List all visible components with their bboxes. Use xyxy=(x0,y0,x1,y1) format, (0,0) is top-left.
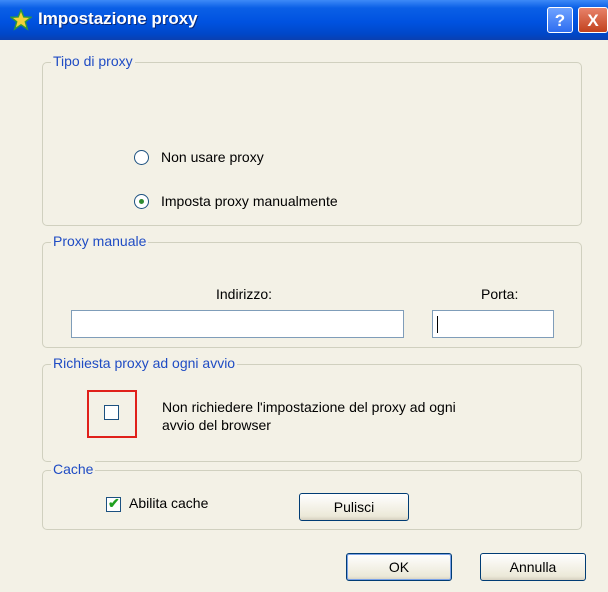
manual-proxy-radio[interactable] xyxy=(134,194,149,209)
port-label: Porta: xyxy=(481,286,519,302)
star-icon xyxy=(10,9,32,31)
skip-proxy-prompt-checkbox[interactable] xyxy=(104,405,119,420)
help-button[interactable]: ? xyxy=(547,7,573,33)
skip-proxy-prompt-label-line2: avvio del browser xyxy=(162,417,271,433)
enable-cache-checkbox[interactable]: ✔ xyxy=(106,495,121,512)
cancel-button[interactable]: Annulla xyxy=(480,553,586,581)
manual-proxy-legend: Proxy manuale xyxy=(51,233,149,249)
no-proxy-radio[interactable] xyxy=(134,150,149,165)
address-input[interactable] xyxy=(71,310,404,338)
text-caret xyxy=(437,316,438,333)
enable-cache-label[interactable]: Abilita cache xyxy=(129,495,208,511)
ok-button[interactable]: OK xyxy=(346,553,452,581)
cache-legend: Cache xyxy=(51,461,96,477)
checkmark-icon: ✔ xyxy=(108,495,120,511)
close-button[interactable]: X xyxy=(578,7,608,33)
manual-proxy-label[interactable]: Imposta proxy manualmente xyxy=(161,193,338,209)
window-title: Impostazione proxy xyxy=(38,9,198,28)
startup-prompt-legend: Richiesta proxy ad ogni avvio xyxy=(51,355,238,371)
clear-cache-button[interactable]: Pulisci xyxy=(299,493,409,521)
address-label: Indirizzo: xyxy=(216,286,273,302)
radio-selected-dot xyxy=(139,199,144,204)
port-input[interactable] xyxy=(432,310,554,338)
proxy-type-legend: Tipo di proxy xyxy=(51,53,135,69)
no-proxy-label[interactable]: Non usare proxy xyxy=(161,149,264,165)
skip-proxy-prompt-label-line1: Non richiedere l'impostazione del proxy … xyxy=(162,399,456,415)
proxy-settings-dialog: Impostazione proxy ? X Tipo di proxy Non… xyxy=(0,0,608,592)
title-bar[interactable]: Impostazione proxy ? X xyxy=(0,0,608,40)
